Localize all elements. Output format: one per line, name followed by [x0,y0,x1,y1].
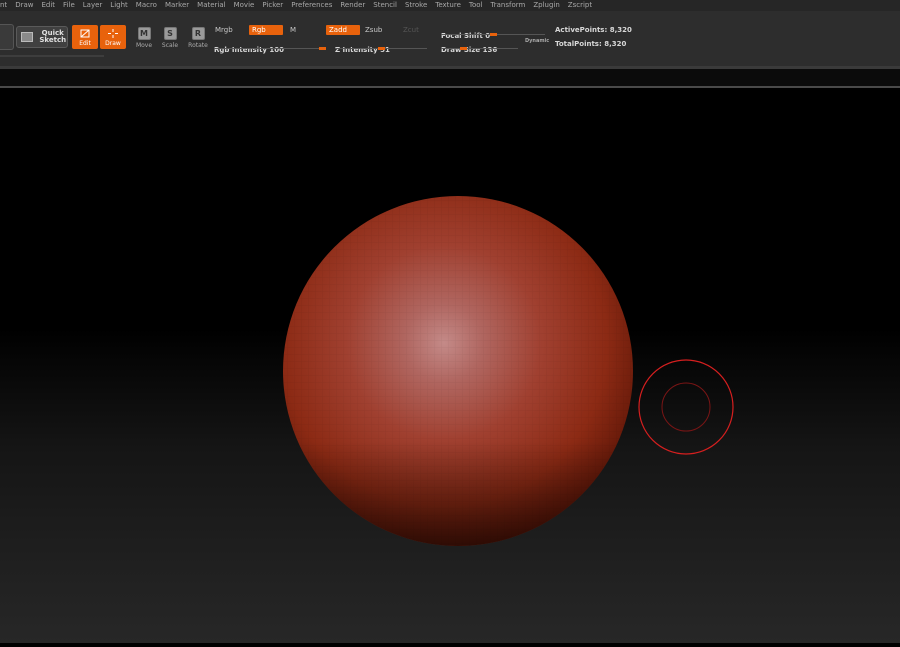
menu-item-layer[interactable]: Layer [79,0,107,11]
edit-button[interactable]: Edit [72,25,98,49]
menu-item-light[interactable]: Light [106,0,131,11]
rotate-icon: R [191,27,205,40]
rgb-toggle[interactable]: Rgb [249,25,283,35]
menu-item-edit[interactable]: Edit [37,0,59,11]
brush-cursor-icon [638,359,734,455]
rgb-intensity-slider[interactable]: Rgb Intensity 100 [214,37,326,54]
zcut-toggle[interactable]: Zcut [400,25,422,35]
menu-item-preferences[interactable]: Preferences [287,0,336,11]
menu-item-draw[interactable]: Draw [11,0,37,11]
draw-size-slider[interactable]: Draw Size 136 [441,37,518,54]
draw-button[interactable]: Draw [100,25,126,49]
rotate-button[interactable]: R Rotate [186,27,210,49]
scale-icon: S [163,27,177,40]
move-label: Move [135,42,153,49]
z-intensity-slider[interactable]: Z Intensity 51 [335,37,427,54]
m-toggle[interactable]: M [287,25,299,35]
menu-item-marker[interactable]: Marker [161,0,193,11]
draw-crosshair-icon [108,29,118,38]
menu-item-stencil[interactable]: Stencil [369,0,401,11]
mrgb-toggle[interactable]: Mrgb [212,25,236,35]
menu-item-transform[interactable]: Transform [487,0,530,11]
menu-item-picker[interactable]: Picker [258,0,287,11]
menu-item-macro[interactable]: Macro [132,0,161,11]
edit-icon [80,29,90,38]
draw-label: Draw [105,40,121,47]
z-intensity-knob[interactable] [378,47,385,50]
canvas-view [283,196,734,546]
menu-item-file[interactable]: File [59,0,79,11]
active-points-readout: ActivePoints: 8,320 [555,26,632,34]
left-tray-tab[interactable] [0,24,14,50]
move-button[interactable]: M Move [132,27,156,49]
quick-sketch-button[interactable]: Quick Sketch [16,26,68,48]
canvas-header-strip [0,69,900,86]
menu-item-prev[interactable]: nt [0,0,11,11]
draw-size-track [441,48,518,49]
rgb-intensity-track [214,48,326,49]
rotate-label: Rotate [188,42,208,49]
menu-item-texture[interactable]: Texture [431,0,465,11]
focal-shift-knob[interactable] [490,33,497,36]
scale-button[interactable]: S Scale [158,27,182,49]
document-canvas[interactable] [0,88,900,643]
menu-item-stroke[interactable]: Stroke [401,0,431,11]
quick-sketch-icon [21,32,33,42]
total-points-readout: TotalPoints: 8,320 [555,40,627,48]
draw-size-knob[interactable] [460,47,467,50]
shelf-divider [0,55,104,57]
menu-item-zplugin[interactable]: Zplugin [529,0,563,11]
menu-item-render[interactable]: Render [336,0,369,11]
scale-label: Scale [161,42,179,49]
zadd-toggle[interactable]: Zadd [326,25,360,35]
menu-item-tool[interactable]: Tool [465,0,487,11]
dynamic-toggle[interactable]: Dynamic [525,38,549,44]
menu-item-zscript[interactable]: Zscript [564,0,596,11]
edit-label: Edit [79,40,91,47]
sphere-mesh[interactable] [283,196,633,546]
quick-sketch-label: Quick Sketch [39,29,67,44]
move-icon: M [137,27,151,40]
rgb-intensity-knob[interactable] [319,47,326,50]
menu-item-movie[interactable]: Movie [230,0,259,11]
menu-item-material[interactable]: Material [193,0,229,11]
menu-bar: nt Draw Edit File Layer Light Macro Mark… [0,0,900,11]
focal-shift-slider[interactable]: Focal Shift 0 [441,23,545,40]
zsub-toggle[interactable]: Zsub [362,25,385,35]
